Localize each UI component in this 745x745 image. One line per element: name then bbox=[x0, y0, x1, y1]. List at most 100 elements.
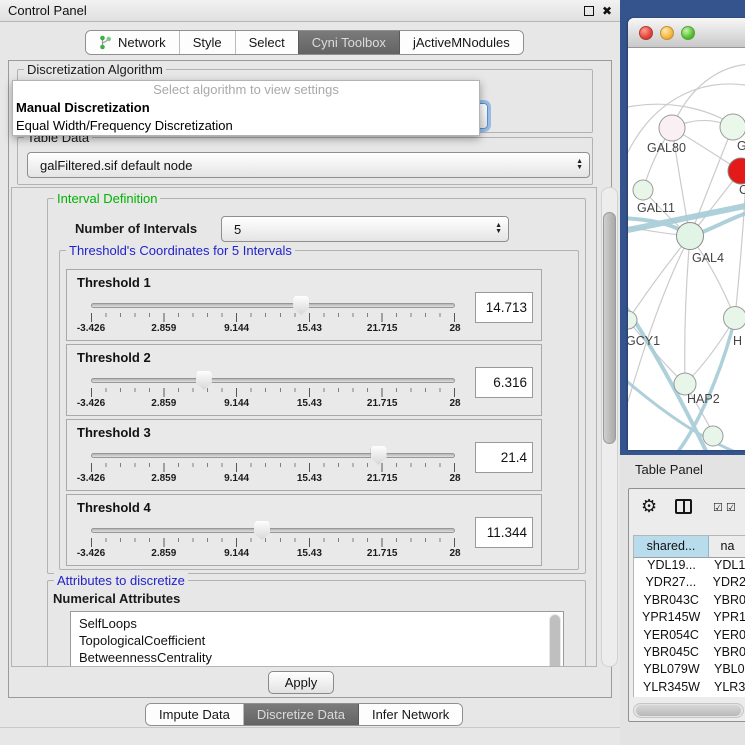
table-row[interactable]: YDL19... YDL1 bbox=[634, 558, 745, 575]
close-traffic-light[interactable] bbox=[639, 26, 653, 40]
slider-track[interactable] bbox=[91, 453, 455, 458]
list-item[interactable]: BetweennessCentrality bbox=[79, 649, 563, 666]
threshold-label: Threshold 2 bbox=[77, 350, 151, 365]
control-panel: Control Panel ✖ Network Style Select Cyn… bbox=[0, 0, 620, 745]
slider-track[interactable] bbox=[91, 303, 455, 308]
tab-style[interactable]: Style bbox=[180, 31, 236, 54]
thresholds-group-title: Threshold's Coordinates for 5 Intervals bbox=[66, 243, 295, 258]
node-label: HAP2 bbox=[687, 392, 720, 406]
minimize-traffic-light[interactable] bbox=[660, 26, 674, 40]
table-horizontal-scrollbar[interactable] bbox=[633, 703, 744, 718]
algorithm-dropdown-list: Select algorithm to view settings Manual… bbox=[12, 80, 480, 136]
threshold-value-field[interactable]: 21.4 bbox=[475, 442, 533, 473]
table-data-selected: galFiltered.sif default node bbox=[40, 158, 192, 173]
top-tab-bar: Network Style Select Cyni Toolbox jActiv… bbox=[85, 30, 524, 55]
network-window-titlebar[interactable] bbox=[628, 18, 745, 48]
table-row[interactable]: YBR043C YBR0 bbox=[634, 593, 745, 610]
list-scrollbar[interactable] bbox=[549, 614, 561, 667]
threshold-row: Threshold 4 -3.426 2.859 9.144 21.715 15… bbox=[66, 494, 542, 566]
float-window-icon[interactable] bbox=[584, 6, 594, 16]
node-label: GAL11 bbox=[637, 201, 675, 215]
slider-track[interactable] bbox=[91, 378, 455, 383]
num-intervals-combobox[interactable]: 5 ▲ ▼ bbox=[221, 216, 509, 242]
table-toolbar: ⚙ ☑ ☑ bbox=[629, 489, 745, 533]
tab-jactivemnodules[interactable]: jActiveMNodules bbox=[400, 31, 523, 54]
network-node-bottom[interactable] bbox=[703, 426, 723, 446]
combo-stepper-icon[interactable]: ▲ ▼ bbox=[495, 223, 502, 235]
interval-definition-group: Interval Definition Number of Intervals … bbox=[47, 198, 586, 574]
node-label: GA bbox=[737, 139, 745, 153]
slider-ticks bbox=[91, 313, 455, 322]
close-icon[interactable]: ✖ bbox=[602, 6, 612, 16]
zoom-traffic-light[interactable] bbox=[681, 26, 695, 40]
scrollbar-thumb[interactable] bbox=[603, 212, 616, 444]
attributes-list: SelfLoops TopologicalCoefficient Between… bbox=[70, 611, 564, 667]
tab-impute-data[interactable]: Impute Data bbox=[146, 704, 244, 725]
network-node-h[interactable] bbox=[724, 307, 745, 330]
node-label: GAL80 bbox=[647, 141, 686, 155]
list-item[interactable]: SelfLoops bbox=[79, 615, 563, 632]
slider-axis: -3.426 2.859 9.144 15.43 21.715 28 bbox=[91, 398, 455, 411]
table-panel: ⚙ ☑ ☑ shared... na YDL19... YDL1 YDR27..… bbox=[628, 488, 745, 722]
slider-track[interactable] bbox=[91, 528, 455, 533]
combo-stepper-icon[interactable]: ▲ ▼ bbox=[576, 159, 583, 171]
network-node-red-selected[interactable] bbox=[728, 158, 745, 184]
threshold-row: Threshold 1 -3.426 2.859 9.144 15.43 21.… bbox=[66, 269, 542, 341]
column-header-shared-name[interactable]: shared... bbox=[634, 536, 709, 558]
tab-infer-network[interactable]: Infer Network bbox=[359, 704, 462, 725]
column-header-name[interactable]: na bbox=[709, 536, 745, 558]
slider-axis: -3.426 2.859 9.144 21.715 15.43 28 bbox=[91, 548, 455, 561]
network-node-gcy1[interactable] bbox=[628, 311, 637, 329]
network-node-gal4[interactable] bbox=[677, 223, 704, 250]
table-row[interactable]: YPR145W YPR1 bbox=[634, 610, 745, 627]
table-row[interactable]: YBR045C YBR0 bbox=[634, 645, 745, 662]
dropdown-option-equal-width[interactable]: Equal Width/Frequency Discretization bbox=[13, 117, 479, 135]
apply-button[interactable]: Apply bbox=[268, 671, 334, 694]
checkbox-icon[interactable]: ☑ bbox=[713, 501, 723, 514]
columns-icon[interactable] bbox=[675, 499, 692, 514]
num-intervals-value: 5 bbox=[234, 222, 241, 237]
table-row[interactable]: YDR27... YDR2 bbox=[634, 575, 745, 592]
threshold-row: Threshold 2 -3.426 2.859 9.144 15.43 21.… bbox=[66, 344, 542, 416]
dropdown-option-manual[interactable]: Manual Discretization bbox=[13, 99, 479, 117]
threshold-row: Threshold 3 -3.426 2.859 9.144 15.43 21.… bbox=[66, 419, 542, 491]
interval-definition-title: Interval Definition bbox=[54, 191, 160, 206]
table-row[interactable]: YLR345W YLR3 bbox=[634, 680, 745, 697]
panel-bottom-divider bbox=[0, 727, 620, 728]
network-node-top-right[interactable] bbox=[720, 114, 745, 140]
settings-scrollbar[interactable] bbox=[601, 187, 618, 667]
scrollbar-thumb[interactable] bbox=[636, 705, 741, 716]
tab-network[interactable]: Network bbox=[86, 31, 180, 54]
slider-axis: -3.426 2.859 9.144 15.43 21.715 28 bbox=[91, 473, 455, 486]
table-row[interactable]: YBL079W YBL0 bbox=[634, 662, 745, 679]
network-node-gal11[interactable] bbox=[633, 180, 653, 200]
threshold-label: Threshold 4 bbox=[77, 500, 151, 515]
algorithm-group-title: Discretization Algorithm bbox=[24, 62, 166, 77]
attributes-group: Attributes to discretize Numerical Attri… bbox=[47, 580, 586, 667]
network-icon bbox=[99, 35, 112, 50]
threshold-value-field[interactable]: 6.316 bbox=[475, 367, 533, 398]
tab-cyni-toolbox[interactable]: Cyni Toolbox bbox=[299, 31, 400, 54]
node-label: C bbox=[739, 183, 745, 197]
slider-ticks bbox=[91, 463, 455, 472]
tab-select[interactable]: Select bbox=[236, 31, 299, 54]
table-header-row: shared... na bbox=[634, 536, 745, 558]
node-label: H bbox=[733, 334, 742, 348]
node-label: GCY1 bbox=[628, 334, 660, 348]
threshold-value-field[interactable]: 11.344 bbox=[475, 517, 533, 548]
dropdown-prompt: Select algorithm to view settings bbox=[13, 81, 479, 99]
num-intervals-label: Number of Intervals bbox=[75, 221, 197, 236]
network-node-gal80[interactable] bbox=[659, 115, 685, 141]
threshold-value-field[interactable]: 14.713 bbox=[475, 292, 533, 323]
node-label: GAL4 bbox=[692, 251, 724, 265]
numerical-attributes-label: Numerical Attributes bbox=[53, 591, 180, 606]
checkbox-icon[interactable]: ☑ bbox=[726, 501, 736, 514]
bottom-tab-bar: Impute Data Discretize Data Infer Networ… bbox=[145, 703, 463, 726]
table-row[interactable]: YER054C YER0 bbox=[634, 628, 745, 645]
cyni-toolbox-panel: Discretization Algorithm ▲ ▼ Table Data … bbox=[8, 60, 612, 698]
list-item[interactable]: TopologicalCoefficient bbox=[79, 632, 563, 649]
gear-icon[interactable]: ⚙ bbox=[641, 496, 657, 516]
network-canvas[interactable]: GAL80 GA C GAL11 GAL4 GCY1 H HAP2 bbox=[628, 48, 745, 450]
table-data-combobox[interactable]: galFiltered.sif default node ▲ ▼ bbox=[27, 152, 590, 178]
tab-discretize-data[interactable]: Discretize Data bbox=[244, 704, 359, 725]
